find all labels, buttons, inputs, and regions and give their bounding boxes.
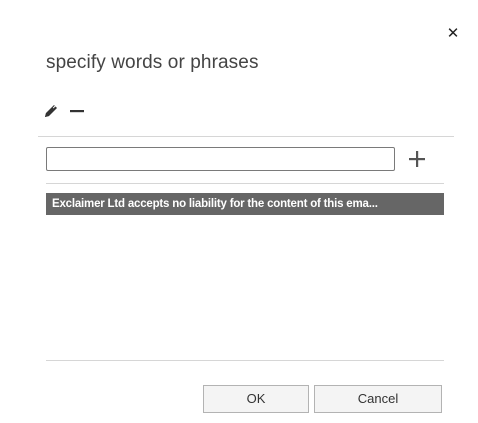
toolbar-divider <box>38 136 454 137</box>
ok-button[interactable]: OK <box>203 385 309 413</box>
input-divider <box>46 183 444 184</box>
plus-icon[interactable] <box>405 147 429 171</box>
cancel-button[interactable]: Cancel <box>314 385 442 413</box>
dialog-title: specify words or phrases <box>46 52 259 73</box>
minus-icon[interactable] <box>66 100 88 122</box>
phrase-list: Exclaimer Ltd accepts no liability for t… <box>46 193 444 215</box>
list-item[interactable]: Exclaimer Ltd accepts no liability for t… <box>46 193 444 215</box>
phrase-input[interactable] <box>46 147 395 171</box>
pencil-icon[interactable] <box>40 100 62 122</box>
footer-divider <box>46 360 444 361</box>
close-icon[interactable]: ✕ <box>445 24 461 42</box>
toolbar <box>40 100 92 122</box>
